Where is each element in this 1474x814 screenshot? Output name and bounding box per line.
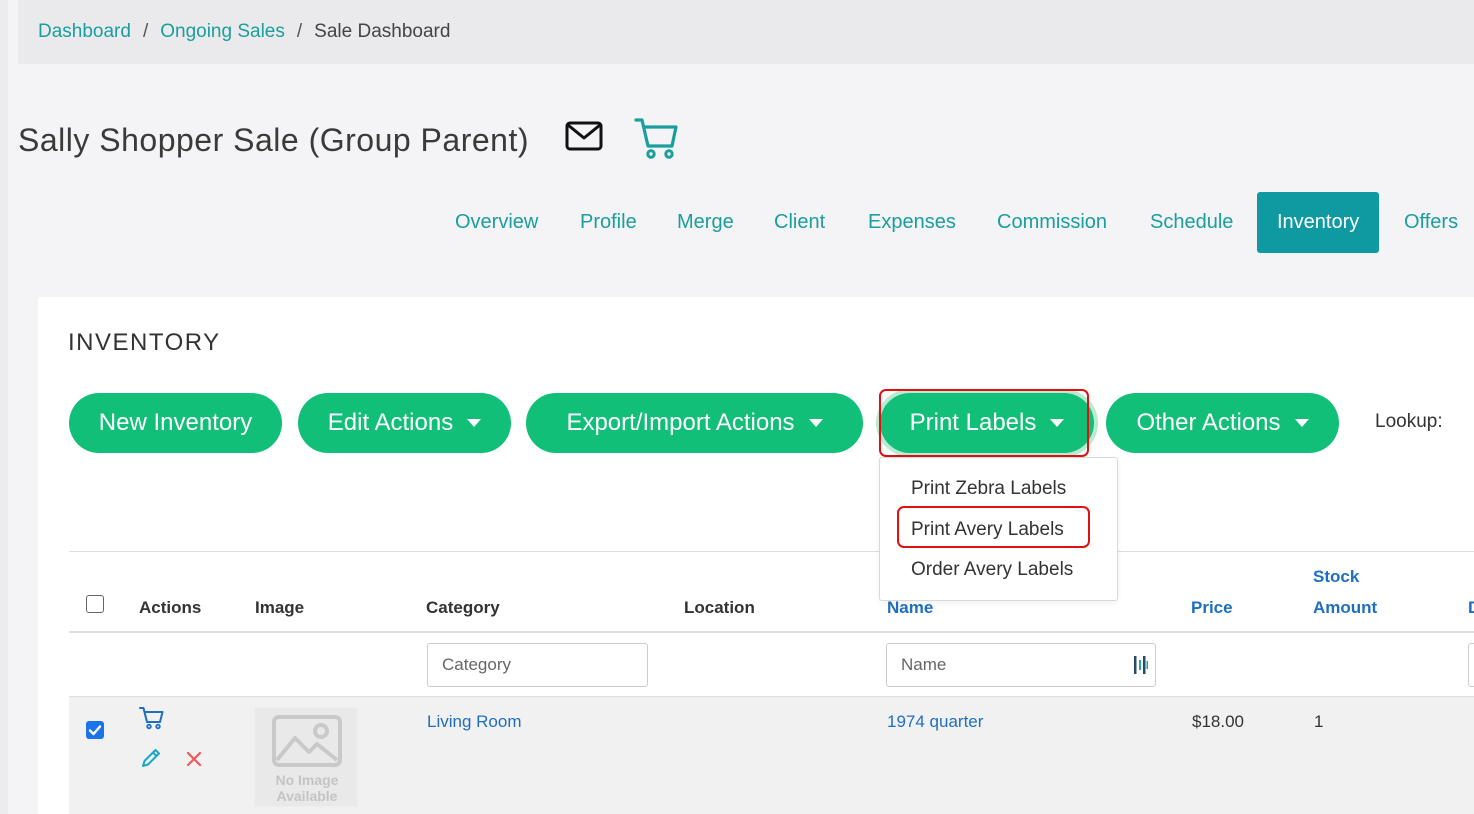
- export-import-label: Export/Import Actions: [566, 409, 795, 436]
- edit-actions-label: Edit Actions: [327, 409, 454, 436]
- tab-inventory[interactable]: Inventory: [1257, 192, 1380, 253]
- cart-icon[interactable]: [634, 116, 678, 165]
- barcode-icon[interactable]: [1133, 655, 1149, 680]
- breadcrumb: Dashboard / Ongoing Sales / Sale Dashboa…: [18, 0, 1474, 64]
- edit-actions-button[interactable]: Edit Actions: [298, 393, 511, 453]
- image-placeholder-icon: [272, 715, 342, 767]
- column-header-price[interactable]: Price: [1191, 598, 1233, 618]
- row-name[interactable]: 1974 quarter: [887, 712, 983, 732]
- caret-down-icon: [467, 419, 482, 427]
- panel-title: INVENTORY: [68, 329, 221, 356]
- column-header-next[interactable]: D: [1468, 598, 1474, 618]
- row-stock: 1: [1314, 712, 1324, 731]
- new-inventory-button[interactable]: New Inventory: [69, 393, 282, 453]
- edit-pencil-icon[interactable]: [140, 747, 162, 774]
- column-header-stock-line1[interactable]: Stock: [1313, 567, 1359, 587]
- tab-profile[interactable]: Profile: [580, 192, 637, 253]
- header-divider: [69, 631, 1474, 633]
- tab-offers[interactable]: Offers: [1404, 192, 1458, 253]
- caret-down-icon: [808, 419, 823, 427]
- mail-icon[interactable]: [565, 120, 603, 157]
- new-inventory-label: New Inventory: [98, 409, 253, 436]
- print-labels-dropdown: Print Zebra Labels Print Avery Labels Or…: [879, 457, 1118, 601]
- breadcrumb-separator: /: [142, 21, 149, 42]
- name-filter-input[interactable]: [886, 643, 1156, 687]
- select-all-checkbox[interactable]: [86, 595, 104, 613]
- menu-item-order-avery-labels[interactable]: Order Avery Labels: [911, 559, 1073, 581]
- tab-expenses[interactable]: Expenses: [868, 192, 956, 253]
- other-actions-label: Other Actions: [1136, 409, 1281, 436]
- no-image-text: No Image Available: [255, 772, 359, 804]
- menu-item-print-zebra-labels[interactable]: Print Zebra Labels: [911, 478, 1066, 500]
- column-header-category: Category: [426, 598, 500, 617]
- breadcrumb-ongoing-sales[interactable]: Ongoing Sales: [160, 21, 285, 43]
- table-divider: [69, 551, 1474, 552]
- no-image-line1: No Image: [275, 772, 339, 788]
- inventory-panel: INVENTORY New Inventory Edit Actions Exp…: [38, 297, 1474, 814]
- breadcrumb-current: Sale Dashboard: [314, 21, 451, 42]
- sale-tabs: Overview Profile Merge Client Expenses C…: [0, 192, 1474, 254]
- column-header-name[interactable]: Name: [887, 598, 933, 618]
- breadcrumb-separator: /: [296, 21, 303, 42]
- menu-item-print-avery-labels[interactable]: Print Avery Labels: [911, 519, 1064, 541]
- column-header-location: Location: [684, 598, 755, 617]
- tab-schedule[interactable]: Schedule: [1150, 192, 1233, 253]
- column-header-stock-line2[interactable]: Amount: [1313, 598, 1377, 618]
- row-checkbox[interactable]: [86, 721, 104, 739]
- category-filter-input[interactable]: [427, 643, 648, 687]
- filter-input-partial[interactable]: [1468, 643, 1474, 687]
- tab-commission[interactable]: Commission: [997, 192, 1107, 253]
- tab-overview[interactable]: Overview: [455, 192, 538, 253]
- other-actions-button[interactable]: Other Actions: [1106, 393, 1339, 453]
- no-image-placeholder: No Image Available: [254, 707, 358, 807]
- print-labels-button[interactable]: Print Labels: [880, 393, 1094, 453]
- caret-down-icon: [1294, 419, 1309, 427]
- caret-down-icon: [1050, 419, 1065, 427]
- row-price: $18.00: [1192, 712, 1244, 731]
- export-import-button[interactable]: Export/Import Actions: [526, 393, 863, 453]
- tab-merge[interactable]: Merge: [677, 192, 734, 253]
- breadcrumb-dashboard[interactable]: Dashboard: [38, 21, 131, 43]
- add-to-cart-icon[interactable]: [139, 706, 165, 735]
- no-image-line2: Available: [276, 788, 338, 804]
- row-category[interactable]: Living Room: [427, 712, 522, 732]
- column-header-actions: Actions: [139, 598, 202, 617]
- lookup-label: Lookup:: [1375, 411, 1443, 432]
- print-labels-label: Print Labels: [909, 409, 1037, 436]
- column-header-image: Image: [255, 598, 305, 617]
- tab-client[interactable]: Client: [774, 192, 825, 253]
- delete-icon[interactable]: [186, 751, 202, 772]
- left-edge: [0, 0, 8, 814]
- page-title: Sally Shopper Sale (Group Parent): [18, 122, 529, 158]
